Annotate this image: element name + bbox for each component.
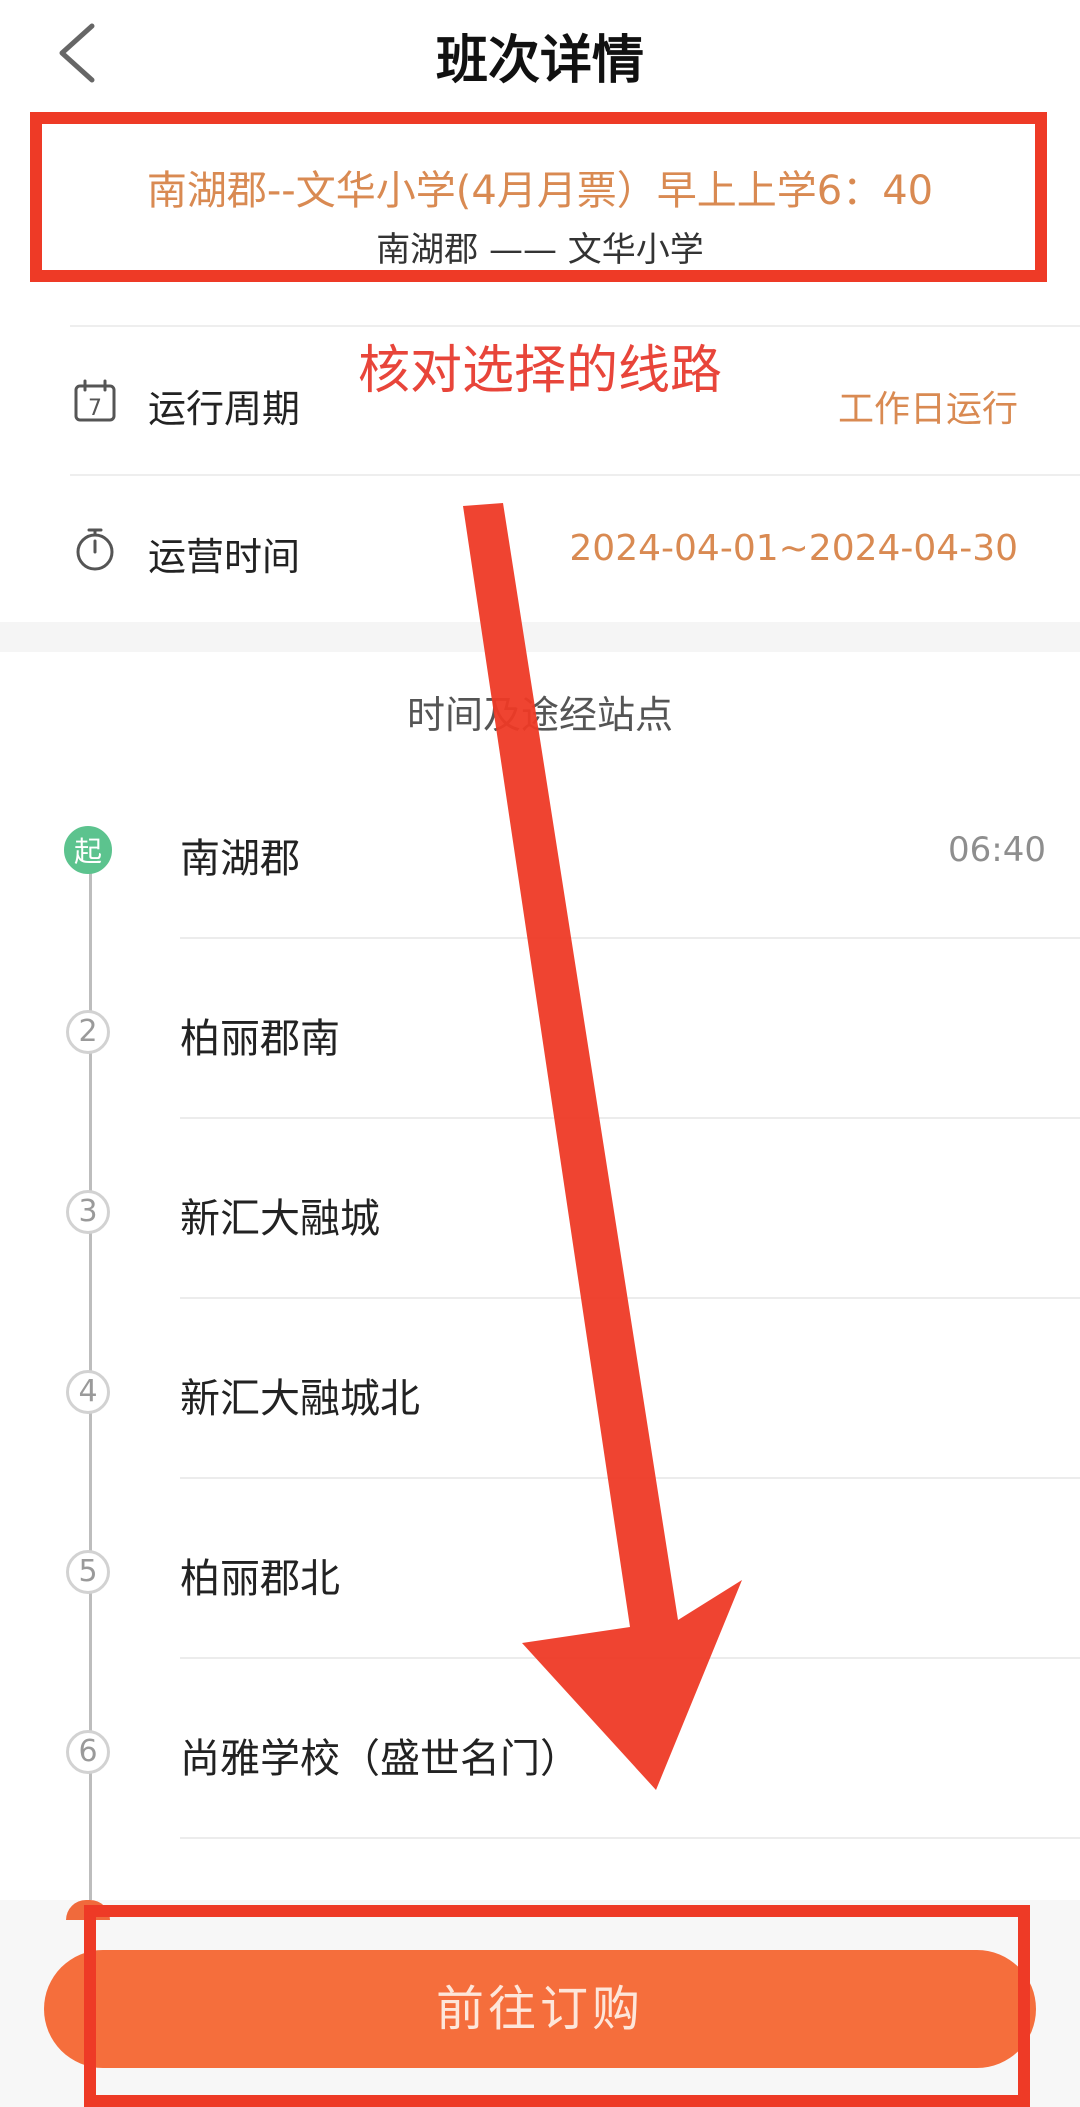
route-highlight-box <box>30 112 1047 282</box>
svg-text:7: 7 <box>88 396 102 421</box>
stop-time: 06:40 <box>948 830 1046 870</box>
stop-number-marker: 2 <box>66 1010 110 1054</box>
divider <box>180 1117 1080 1119</box>
stop-name: 南湖郡 <box>180 836 300 882</box>
operating-time-value: 2024-04-01~2024-04-30 <box>569 528 1018 569</box>
section-separator <box>0 622 1080 652</box>
button-highlight-box <box>84 1905 1030 2107</box>
stops-section-title: 时间及途经站点 <box>406 693 673 737</box>
start-marker-icon: 起 <box>64 826 112 874</box>
divider <box>180 1297 1080 1299</box>
stop-name: 尚雅学校（盛世名门） <box>180 1736 580 1782</box>
divider <box>70 474 1080 476</box>
annotation-arrow-icon <box>463 503 742 1790</box>
stop-name: 新汇大融城 <box>180 1196 380 1242</box>
page-title: 班次详情 <box>435 31 644 91</box>
stop-number-marker: 3 <box>66 1190 110 1234</box>
stop-number-marker: 6 <box>66 1730 110 1774</box>
stop-name: 柏丽郡北 <box>180 1556 340 1602</box>
divider <box>180 1657 1080 1659</box>
operating-time-label: 运营时间 <box>148 535 301 579</box>
divider <box>180 1477 1080 1479</box>
stop-number-marker: 4 <box>66 1370 110 1414</box>
divider <box>180 937 1080 939</box>
run-cycle-value: 工作日运行 <box>837 389 1018 430</box>
stopwatch-icon <box>76 528 114 571</box>
divider <box>180 1837 1080 1839</box>
stop-name: 柏丽郡南 <box>180 1016 340 1062</box>
stop-name: 新汇大融城北 <box>180 1376 420 1422</box>
stop-number-marker: 5 <box>66 1550 110 1594</box>
calendar-icon: 7 <box>74 379 116 422</box>
divider <box>70 325 1080 327</box>
run-cycle-label: 运行周期 <box>148 387 301 431</box>
